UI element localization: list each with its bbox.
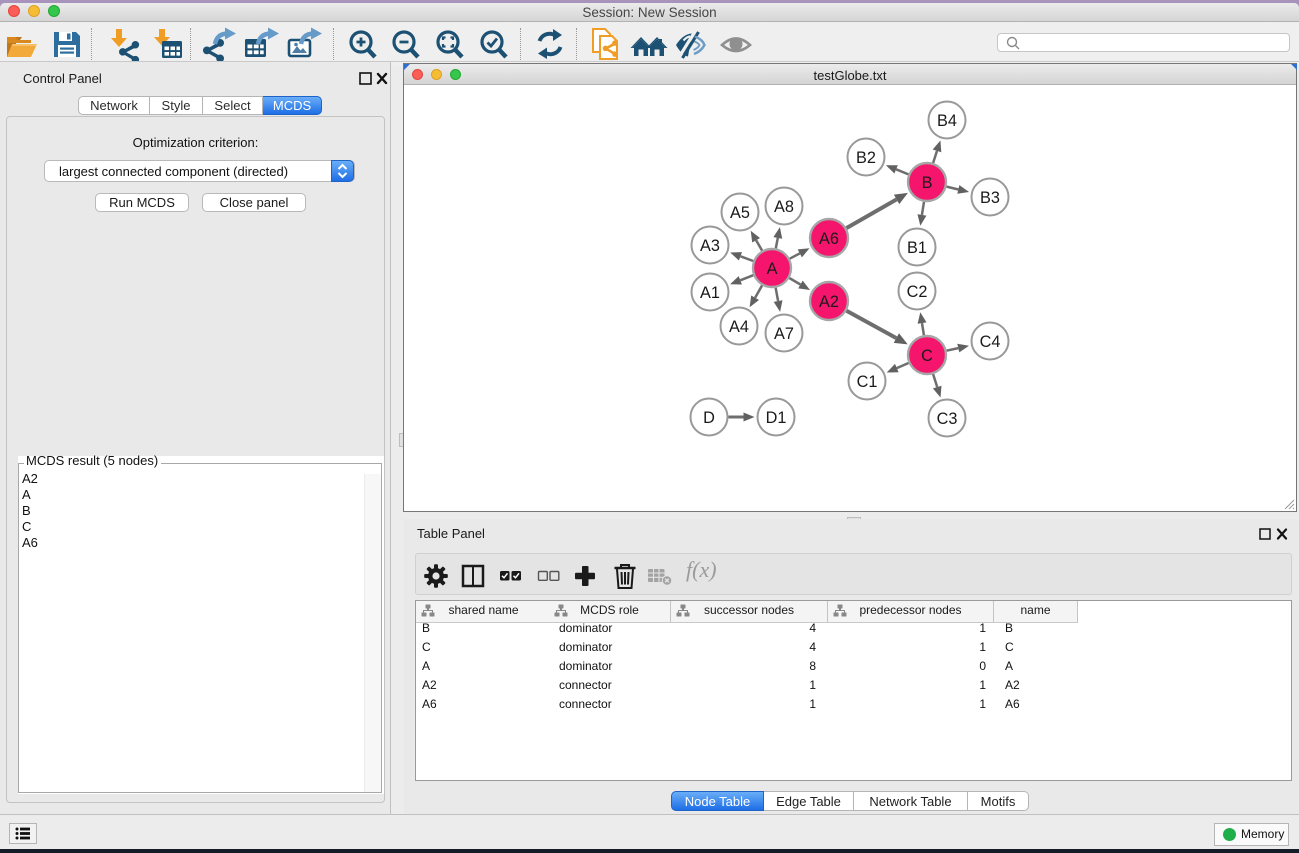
svg-text:B3: B3 [980, 189, 1000, 207]
svg-text:C2: C2 [907, 283, 928, 301]
svg-text:A6: A6 [819, 230, 839, 248]
svg-text:B2: B2 [856, 149, 876, 167]
svg-text:D1: D1 [766, 409, 787, 427]
svg-text:C4: C4 [980, 333, 1001, 351]
svg-text:A2: A2 [819, 293, 839, 311]
svg-text:A: A [767, 260, 778, 278]
svg-text:A8: A8 [774, 198, 794, 216]
svg-text:D: D [703, 409, 715, 427]
svg-text:C3: C3 [937, 410, 958, 428]
svg-text:C: C [921, 347, 933, 365]
svg-text:B1: B1 [907, 239, 927, 257]
svg-text:B4: B4 [937, 112, 957, 130]
svg-text:A3: A3 [700, 237, 720, 255]
svg-text:B: B [922, 174, 933, 192]
svg-text:A5: A5 [730, 204, 750, 222]
svg-text:C1: C1 [857, 373, 878, 391]
svg-text:A7: A7 [774, 325, 794, 343]
svg-text:A1: A1 [700, 284, 720, 302]
svg-text:A4: A4 [729, 318, 749, 336]
